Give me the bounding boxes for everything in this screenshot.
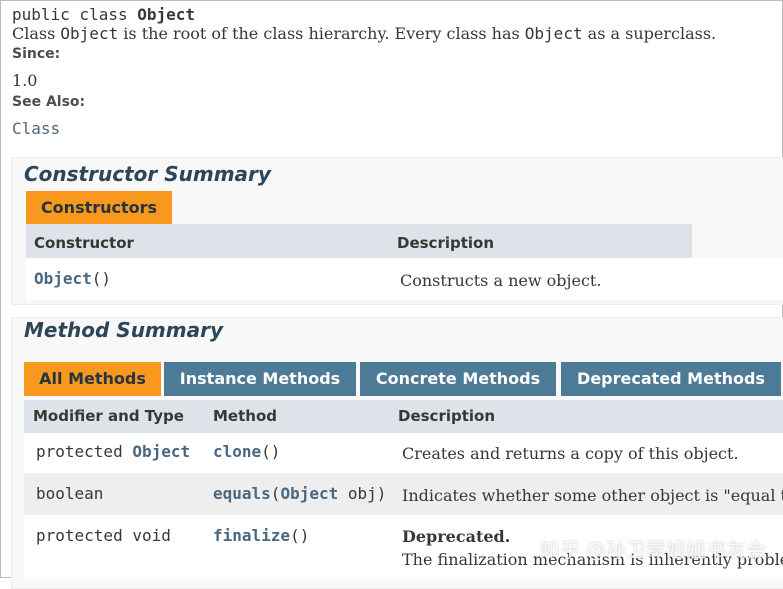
desc-text-c: as a superclass. bbox=[582, 24, 717, 43]
method-params: () bbox=[261, 442, 281, 461]
class-signature: public class Object bbox=[12, 5, 195, 24]
desc-text-b: is the root of the class hierarchy. Ever… bbox=[118, 24, 525, 43]
col-constructor: Constructor bbox=[34, 234, 134, 252]
modifier-text: protected bbox=[36, 442, 133, 461]
modifier-cell-clone: protected Object bbox=[36, 442, 190, 461]
constructor-params: () bbox=[91, 269, 112, 288]
constructor-description: Constructs a new object. bbox=[400, 271, 602, 290]
params-open: ( bbox=[270, 484, 281, 503]
modifier-cell-equals: boolean bbox=[36, 484, 104, 503]
method-cell-equals: equals(Object obj) bbox=[213, 484, 386, 503]
tab-instance-methods[interactable]: Instance Methods bbox=[164, 362, 356, 396]
constructor-summary-title: Constructor Summary bbox=[24, 162, 271, 186]
desc-text-a: Class bbox=[12, 24, 61, 43]
method-finalize-link[interactable]: finalize bbox=[213, 526, 290, 545]
col-method: Method bbox=[213, 407, 277, 425]
params-rest: obj) bbox=[338, 484, 387, 503]
since-value: 1.0 bbox=[12, 71, 38, 90]
desc-code-object-2: Object bbox=[524, 24, 583, 43]
modifier-cell-finalize: protected void bbox=[36, 526, 171, 545]
tab-deprecated-methods[interactable]: Deprecated Methods bbox=[561, 362, 781, 396]
desc-code-object-1: Object bbox=[60, 24, 119, 43]
method-cell-finalize: finalize() bbox=[213, 526, 309, 545]
class-description: Class Object is the root of the class hi… bbox=[12, 24, 716, 43]
tab-constructors[interactable]: Constructors bbox=[26, 191, 172, 224]
tab-concrete-methods[interactable]: Concrete Methods bbox=[360, 362, 556, 396]
method-description-clone: Creates and returns a copy of this objec… bbox=[402, 444, 739, 463]
constructor-object-link[interactable]: Object bbox=[34, 269, 92, 288]
signature-prefix: public class bbox=[12, 5, 138, 24]
see-also-label: See Also: bbox=[12, 94, 86, 110]
constructor-cell: Object() bbox=[34, 269, 111, 288]
method-clone-link[interactable]: clone bbox=[213, 442, 261, 461]
since-label: Since: bbox=[12, 46, 61, 62]
col-modifier-and-type: Modifier and Type bbox=[33, 407, 184, 425]
method-summary-title: Method Summary bbox=[24, 318, 224, 342]
method-description-equals: Indicates whether some other object is "… bbox=[402, 486, 783, 505]
see-also-class-link[interactable]: Class bbox=[12, 119, 60, 138]
col-method-description: Description bbox=[398, 407, 496, 425]
return-type-object-link[interactable]: Object bbox=[132, 442, 190, 461]
watermark-text: 知乎 @孙卫琴姐姐书友会 bbox=[539, 538, 766, 562]
method-equals-link[interactable]: equals bbox=[213, 484, 271, 503]
method-params: () bbox=[290, 526, 310, 545]
class-name: Object bbox=[137, 5, 196, 24]
method-cell-clone: clone() bbox=[213, 442, 280, 461]
param-type-object-link[interactable]: Object bbox=[280, 484, 338, 503]
tab-all-methods[interactable]: All Methods bbox=[24, 362, 161, 396]
col-description: Description bbox=[397, 234, 495, 252]
deprecated-label: Deprecated. bbox=[402, 527, 511, 546]
